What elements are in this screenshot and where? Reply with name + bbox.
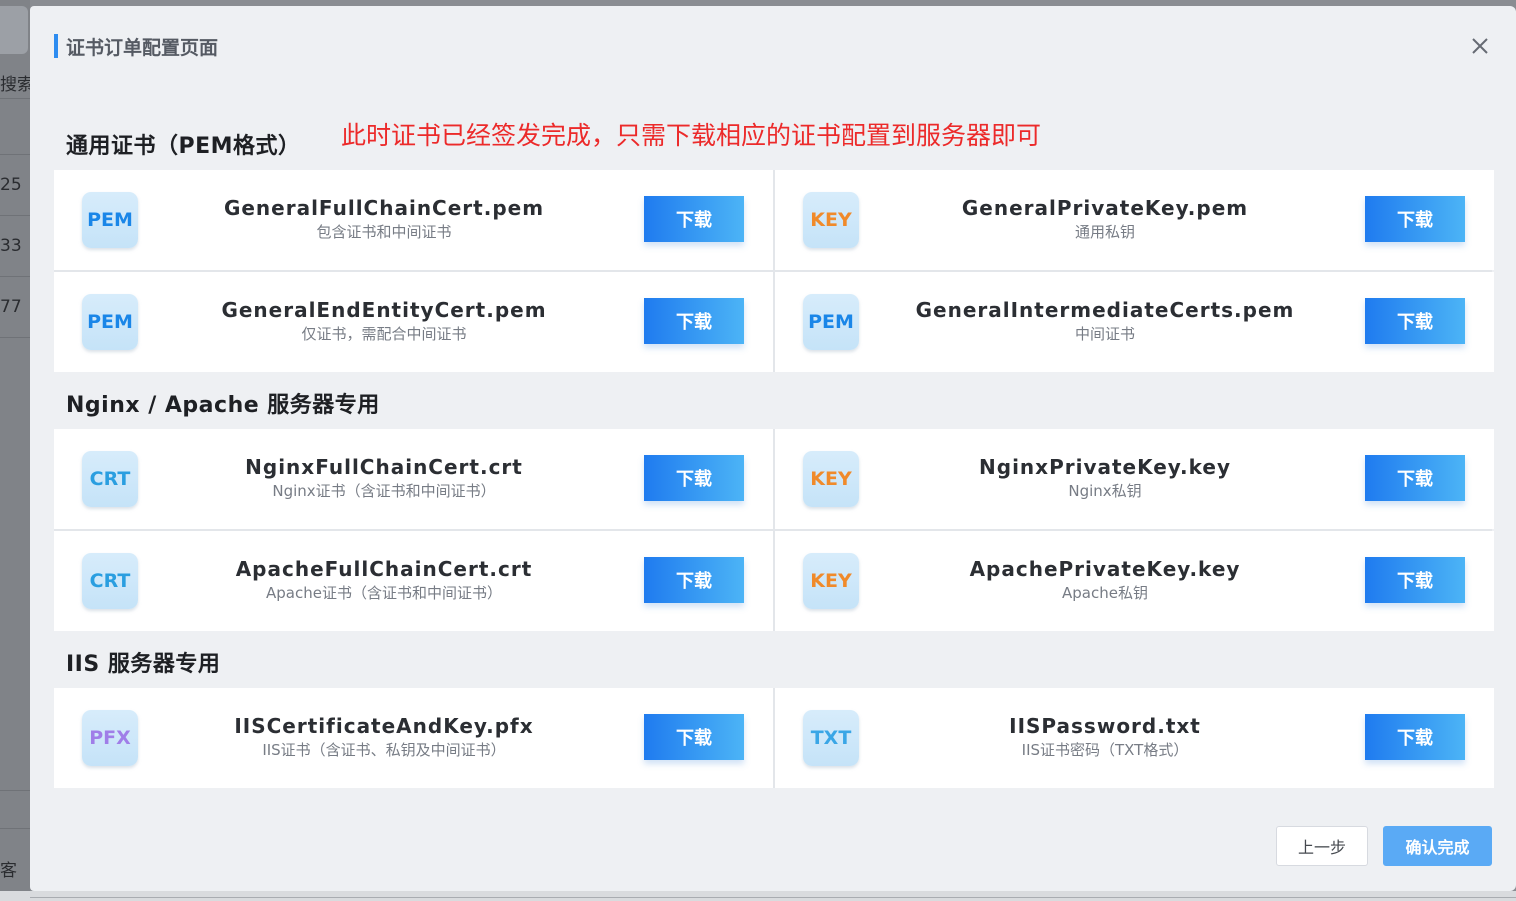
nginx-apache-cert-grid: CRT NginxFullChainCert.crt Nginx证书（含证书和中… [54,429,1494,631]
file-name: NginxPrivateKey.key [979,455,1231,479]
cert-card: CRT NginxFullChainCert.crt Nginx证书（含证书和中… [54,429,773,529]
cert-card: CRT ApacheFullChainCert.crt Apache证书（含证书… [54,531,773,631]
file-type-key-icon: KEY [803,451,859,507]
background-search-text: 搜索. [0,75,30,95]
file-name: NginxFullChainCert.crt [245,455,523,479]
file-description: Apache证书（含证书和中间证书） [266,584,502,602]
divider [0,828,30,829]
section-title-general: 通用证书（PEM格式） [66,134,301,159]
download-button[interactable]: 下载 [644,557,744,603]
file-name: GeneralPrivateKey.pem [961,196,1249,220]
cert-card: PEM GeneralFullChainCert.pem 包含证书和中间证书 下… [54,170,773,270]
previous-step-button[interactable]: 上一步 [1276,826,1368,866]
close-icon[interactable] [1468,34,1492,58]
cert-card: KEY GeneralPrivateKey.pem 通用私钥 下载 [775,170,1494,270]
divider [0,98,30,99]
background-footer-text: 客 [0,861,17,881]
cert-card: PFX IISCertificateAndKey.pfx IIS证书（含证书、私… [54,688,773,788]
divider [0,215,30,216]
file-name: GeneralFullChainCert.pem [223,196,545,220]
download-button[interactable]: 下载 [1365,298,1465,344]
cert-card: KEY ApachePrivateKey.key Apache私钥 下载 [775,531,1494,631]
download-button[interactable]: 下载 [1365,196,1465,242]
download-button[interactable]: 下载 [1365,455,1465,501]
background-search-input [0,6,28,54]
annotation-note: 此时证书已经签发完成，只需下载相应的证书配置到服务器即可 [341,121,1042,150]
file-description: Nginx证书（含证书和中间证书） [272,482,496,500]
file-description: IIS证书密码（TXT格式） [1021,741,1189,759]
download-button[interactable]: 下载 [644,196,744,242]
file-type-txt-icon: TXT [803,710,859,766]
file-type-pem-icon: PEM [82,192,138,248]
divider [0,154,30,155]
dialog-title: 证书订单配置页面 [66,37,219,59]
general-cert-grid: PEM GeneralFullChainCert.pem 包含证书和中间证书 下… [54,170,1494,372]
iis-cert-grid: PFX IISCertificateAndKey.pfx IIS证书（含证书、私… [54,688,1494,788]
file-type-crt-icon: CRT [82,553,138,609]
title-accent-bar [54,34,58,58]
file-name: IISPassword.txt [1009,714,1201,738]
download-button[interactable]: 下载 [644,714,744,760]
download-button[interactable]: 下载 [1365,557,1465,603]
file-description: IIS证书（含证书、私钥及中间证书） [262,741,506,759]
cert-card: PEM GeneralEndEntityCert.pem 仅证书，需配合中间证书… [54,272,773,372]
file-type-key-icon: KEY [803,553,859,609]
file-description: 中间证书 [1074,325,1135,343]
background-page: 搜索. 25 33 77 客 [0,0,30,891]
divider [0,276,30,277]
background-row-number: 25 [0,175,22,195]
file-description: 通用私钥 [1074,223,1135,241]
file-name: IISCertificateAndKey.pfx [234,714,534,738]
file-description: Nginx私钥 [1068,482,1142,500]
file-type-crt-icon: CRT [82,451,138,507]
download-button[interactable]: 下载 [644,298,744,344]
file-type-pfx-icon: PFX [82,710,138,766]
file-name: ApachePrivateKey.key [969,557,1241,581]
file-name: GeneralIntermediateCerts.pem [915,298,1295,322]
file-description: 包含证书和中间证书 [316,223,452,241]
background-row-number: 77 [0,297,22,317]
certificate-config-dialog: 证书订单配置页面 通用证书（PEM格式） 此时证书已经签发完成，只需下载相应的证… [30,6,1516,891]
file-type-pem-icon: PEM [82,294,138,350]
file-description: Apache私钥 [1062,584,1148,602]
confirm-complete-button[interactable]: 确认完成 [1383,826,1492,866]
background-row-number: 33 [0,236,22,256]
file-name: ApacheFullChainCert.crt [235,557,533,581]
file-description: 仅证书，需配合中间证书 [301,325,467,343]
divider [0,337,30,338]
download-button[interactable]: 下载 [1365,714,1465,760]
download-button[interactable]: 下载 [644,455,744,501]
cert-card: TXT IISPassword.txt IIS证书密码（TXT格式） 下载 [775,688,1494,788]
cert-card: PEM GeneralIntermediateCerts.pem 中间证书 下载 [775,272,1494,372]
file-type-key-icon: KEY [803,192,859,248]
divider [0,790,30,791]
file-name: GeneralEndEntityCert.pem [221,298,547,322]
section-title-iis: IIS 服务器专用 [66,652,221,677]
file-type-pem-icon: PEM [803,294,859,350]
background-bottom [0,891,1516,901]
section-title-nginx-apache: Nginx / Apache 服务器专用 [66,393,380,418]
cert-card: KEY NginxPrivateKey.key Nginx私钥 下载 [775,429,1494,529]
